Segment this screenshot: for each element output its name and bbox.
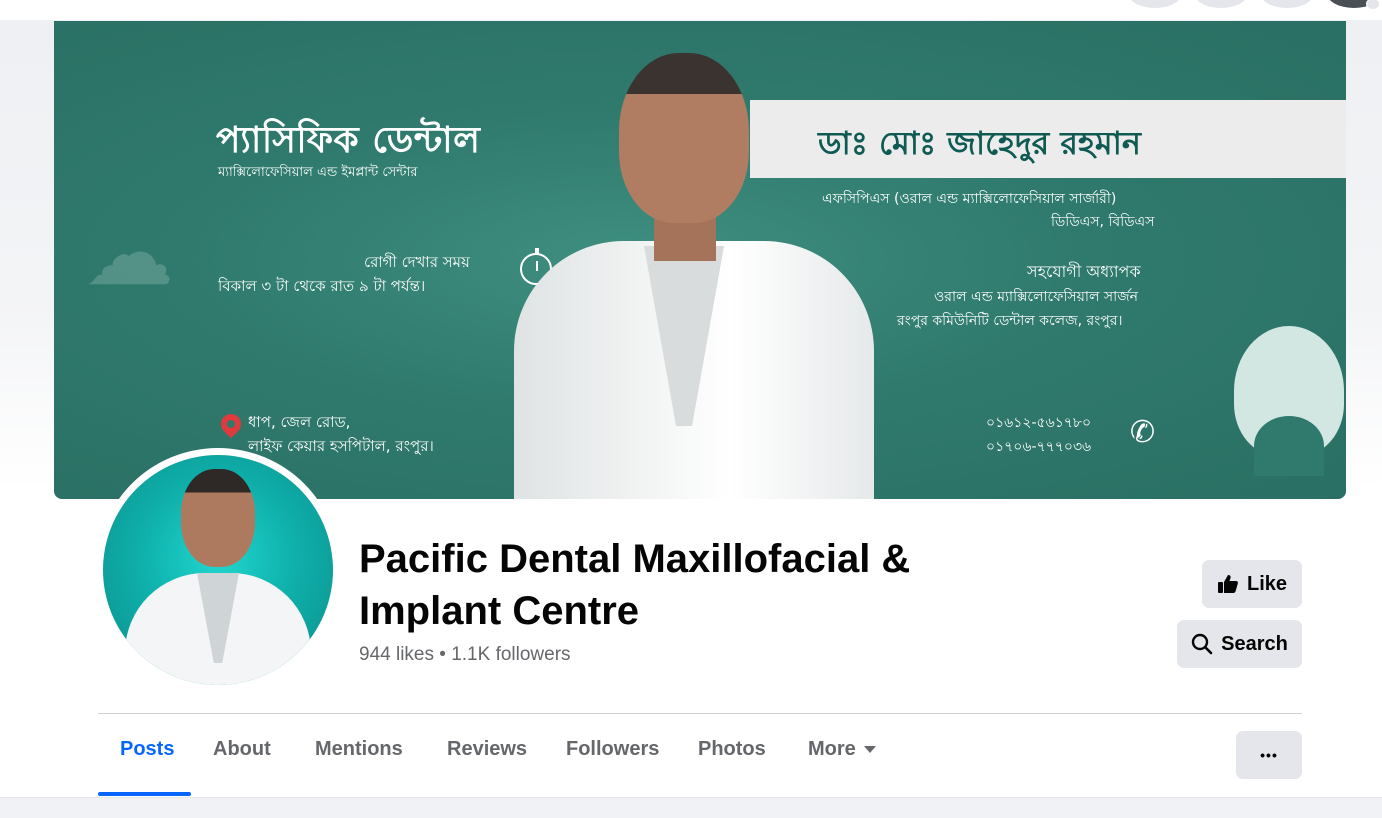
location-pin-icon bbox=[216, 409, 246, 439]
cover-clinic-subtitle: ম্যাক্সিলোফেসিয়াল এন্ড ইমপ্লান্ট সেন্টা… bbox=[218, 165, 418, 180]
caret-down-icon bbox=[863, 746, 876, 754]
like-button-label: Like bbox=[1246, 572, 1288, 595]
cover-phone-1: ০১৬১২-৫৬১৭৮০ bbox=[986, 415, 1092, 431]
tooth-decoration-icon: ☁ bbox=[84, 204, 174, 304]
tab-more[interactable]: More bbox=[808, 738, 876, 761]
cover-designation-dept: ওরাল এন্ড ম্যাক্সিলোফেসিয়াল সার্জন bbox=[934, 289, 1139, 305]
cover-designation-inst: রংপুর কমিউনিটি ডেন্টাল কলেজ, রংপুর। bbox=[897, 313, 1123, 329]
more-options-button[interactable]: ••• bbox=[1236, 731, 1302, 779]
phone-icon: ✆ bbox=[1130, 416, 1156, 449]
tab-posts[interactable]: Posts bbox=[120, 738, 174, 761]
like-button[interactable]: Like bbox=[1202, 560, 1302, 608]
thumbs-up-icon bbox=[1217, 575, 1238, 593]
cover-visiting-label: রোগী দেখার সময় bbox=[364, 253, 470, 271]
tab-about[interactable]: About bbox=[213, 738, 271, 761]
cover-address-line2: লাইফ কেয়ার হসপিটাল, রংপুর। bbox=[248, 437, 434, 455]
tab-followers[interactable]: Followers bbox=[566, 738, 659, 761]
profile-picture[interactable] bbox=[103, 455, 333, 685]
tooth-graphic-icon bbox=[1234, 326, 1344, 476]
tab-reviews[interactable]: Reviews bbox=[447, 738, 527, 761]
cover-phone-2: ০১৭০৬-৭৭৭০৩৬ bbox=[986, 439, 1092, 455]
cover-qualification-2: ডিডিএস, বিডিএস bbox=[1051, 214, 1155, 230]
tab-more-label: More bbox=[808, 738, 856, 760]
cover-visiting-time: বিকাল ৩ টা থেকে রাত ৯ টা পর্যন্ত। bbox=[218, 277, 426, 295]
active-tab-indicator bbox=[98, 792, 191, 796]
more-options-icon: ••• bbox=[1260, 747, 1278, 763]
content-area-start bbox=[0, 797, 1382, 818]
cover-doctor-name: ডাঃ মোঃ জাহেদুর রহমান bbox=[818, 124, 1141, 162]
cover-address-line1: ধাপ, জেল রোড, bbox=[248, 413, 351, 431]
page-title: Pacific Dental Maxillofacial & Implant C… bbox=[359, 537, 911, 633]
cover-designation: সহযোগী অধ্যাপক bbox=[1027, 262, 1141, 281]
cover-photo[interactable]: ☁ প্যাসিফিক ডেন্টাল ম্যাক্সিলোফেসিয়াল এ… bbox=[54, 21, 1346, 499]
tab-mentions[interactable]: Mentions bbox=[315, 738, 403, 761]
search-button[interactable]: Search bbox=[1177, 620, 1302, 668]
search-button-label: Search bbox=[1221, 632, 1288, 655]
tab-photos[interactable]: Photos bbox=[698, 738, 766, 761]
search-icon bbox=[1191, 633, 1213, 655]
tabs-divider bbox=[98, 713, 1302, 714]
cover-qualification-1: এফসিপিএস (ওরাল এন্ড ম্যাক্সিলোফেসিয়াল স… bbox=[822, 191, 1117, 207]
page-stats[interactable]: 944 likes • 1.1K followers bbox=[359, 644, 571, 666]
